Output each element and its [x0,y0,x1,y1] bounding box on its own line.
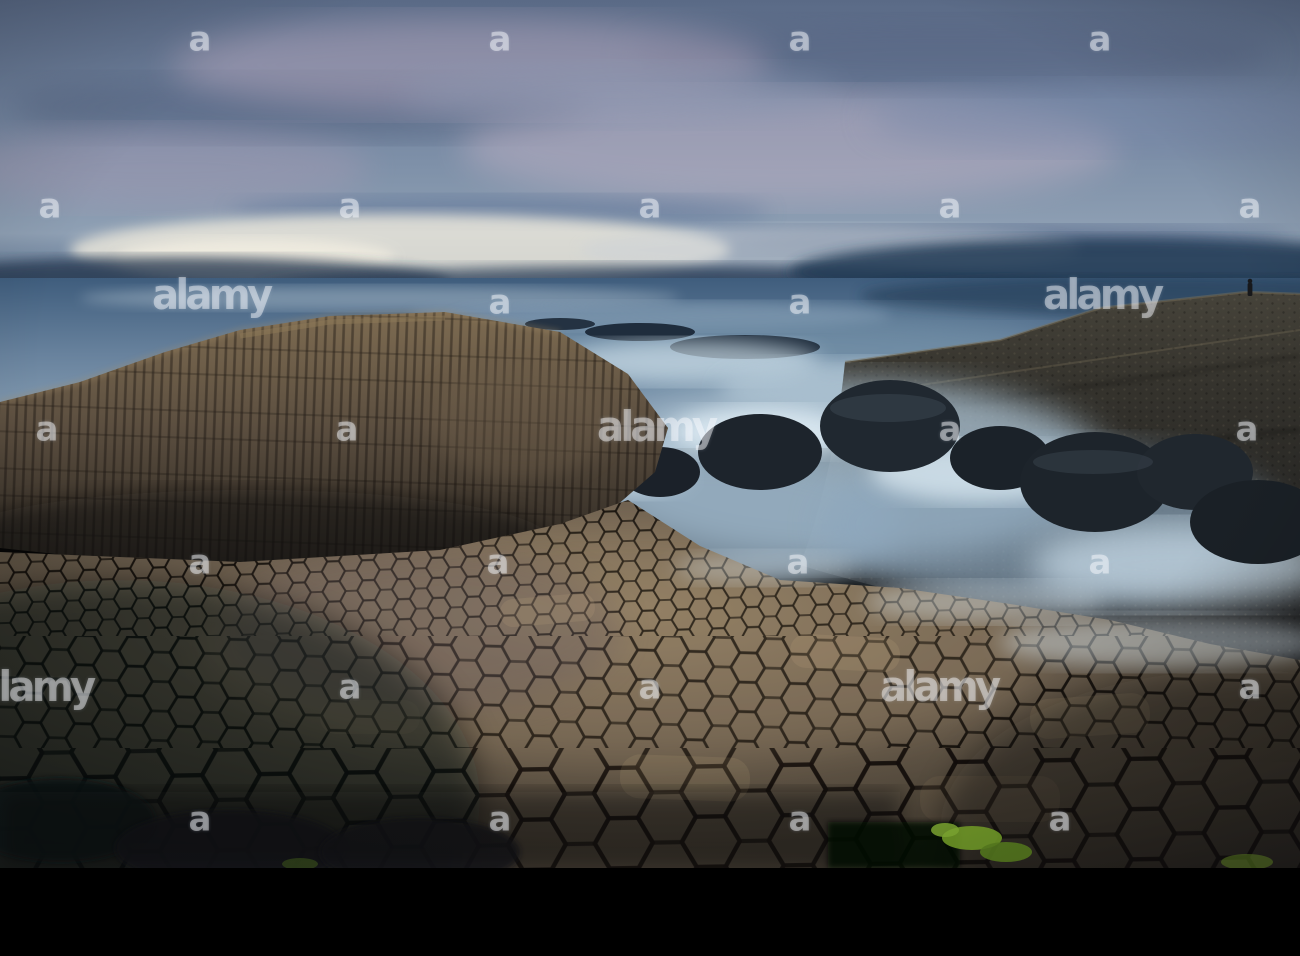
photo: a a a a a a a a a a a a a a a a a a a a a a a a a a alamy alamy alam… [0,0,1300,868]
stock-photo-preview: a a a a a a a a a a a a a a a a a a a a a a a a a a alamy alamy alam… [0,0,1300,956]
footer-bar: alamy Image ID: F24J0F www.alamy.com [0,868,1300,956]
photo-scene [0,0,1300,868]
vignette [0,0,1300,868]
